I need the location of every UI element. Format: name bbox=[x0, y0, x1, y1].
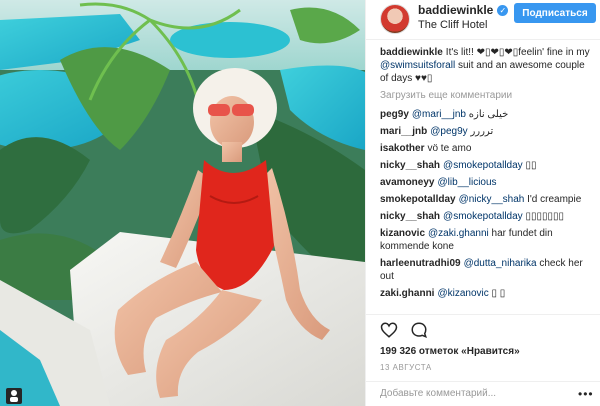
caption-text-before: It's lit!! ❤︎▯❤︎▯❤︎▯feelin' fine in my bbox=[445, 47, 590, 58]
comment-text: خیلی ناز‌ه bbox=[465, 109, 509, 120]
comment-mention[interactable]: @mari__jnb bbox=[412, 109, 466, 120]
comment-username[interactable]: nicky__shah bbox=[380, 211, 440, 222]
action-icons bbox=[380, 321, 428, 339]
comment-mention[interactable]: @zaki.ghanni bbox=[428, 228, 489, 239]
caption-mention[interactable]: @swimsuitsforall bbox=[380, 60, 455, 71]
comment-mention[interactable]: @smokepotallday bbox=[443, 211, 523, 222]
post-actions: 199 326 отметок «Нравится» 13 АВГУСТА ••… bbox=[366, 314, 600, 406]
comment-text: ▯▯▯▯▯▯▯ bbox=[522, 211, 564, 222]
photo-illustration bbox=[0, 0, 365, 406]
comment-username[interactable]: zaki.ghanni bbox=[380, 288, 434, 299]
comment-username[interactable]: isakother bbox=[380, 143, 424, 154]
add-comment-bar: ••• bbox=[366, 381, 600, 406]
comment-item: peg9y @mari__jnb خیلی ناز‌ه bbox=[380, 108, 594, 121]
comment-mention[interactable]: @kizanovic bbox=[437, 288, 488, 299]
comment-mention[interactable]: @lib__licious bbox=[437, 177, 496, 188]
more-options-icon[interactable]: ••• bbox=[578, 387, 594, 401]
comment-username[interactable]: avamoneyy bbox=[380, 177, 434, 188]
comment-text: ▯ ▯ bbox=[488, 288, 506, 299]
comment-item: harleenutradhi09 @dutta_niharika check he… bbox=[380, 257, 594, 283]
comment-item: mari__jnb @peg9y ترررر bbox=[380, 125, 594, 138]
post-date: 13 АВГУСТА bbox=[380, 363, 432, 372]
comment-icon[interactable] bbox=[410, 321, 428, 339]
follow-button[interactable]: Подписаться bbox=[514, 3, 596, 23]
comment-mention[interactable]: @dutta_niharika bbox=[464, 258, 537, 269]
avatar[interactable] bbox=[380, 4, 410, 34]
comments-list[interactable]: baddiewinkle It's lit!! ❤︎▯❤︎▯❤︎▯feelin' … bbox=[380, 46, 594, 312]
comment-item: nicky__shah @smokepotallday ▯▯▯▯▯▯▯ bbox=[380, 210, 594, 223]
comment-username[interactable]: peg9y bbox=[380, 109, 409, 120]
comment-item: nicky__shah @smokepotallday ▯▯ bbox=[380, 159, 594, 172]
post-side-panel: baddiewinkle ✓ The Cliff Hotel Подписать… bbox=[365, 0, 600, 406]
username-row: baddiewinkle ✓ bbox=[418, 3, 509, 17]
comment-item: smokepotallday @nicky__shah I'd creampie bbox=[380, 193, 594, 206]
comment-username[interactable]: smokepotallday bbox=[380, 194, 456, 205]
comment-item: kizanovic @zaki.ghanni har fundet din kom… bbox=[380, 227, 594, 253]
comment-text: ▯▯ bbox=[522, 160, 537, 171]
comment-username[interactable]: nicky__shah bbox=[380, 160, 440, 171]
comment-username[interactable]: harleenutradhi09 bbox=[380, 258, 461, 269]
comment-text: ترررر bbox=[467, 126, 494, 137]
comment-text: I'd creampie bbox=[524, 194, 582, 205]
comment-item: isakother vö te amo bbox=[380, 142, 594, 155]
likes-count[interactable]: 199 326 отметок «Нравится» bbox=[380, 346, 520, 357]
comment-text: vö te amo bbox=[427, 143, 472, 154]
load-more-comments-link[interactable]: Загрузить еще комментарии bbox=[380, 89, 594, 102]
add-comment-input[interactable] bbox=[380, 388, 570, 399]
comment-item: zaki.ghanni @kizanovic ▯ ▯ bbox=[380, 287, 594, 300]
caption: baddiewinkle It's lit!! ❤︎▯❤︎▯❤︎▯feelin' … bbox=[380, 46, 594, 85]
comment-mention[interactable]: @peg9y bbox=[430, 126, 467, 137]
post-photo[interactable] bbox=[0, 0, 365, 406]
comment-mention[interactable]: @nicky__shah bbox=[459, 194, 525, 205]
comment-username[interactable]: kizanovic bbox=[380, 228, 425, 239]
comment-mention[interactable]: @smokepotallday bbox=[443, 160, 523, 171]
post-header: baddiewinkle ✓ The Cliff Hotel Подписать… bbox=[366, 0, 600, 40]
comment-item: avamoneyy @lib__licious bbox=[380, 176, 594, 189]
comment-username[interactable]: mari__jnb bbox=[380, 126, 427, 137]
heart-icon[interactable] bbox=[380, 321, 398, 339]
location-link[interactable]: The Cliff Hotel bbox=[418, 19, 488, 31]
header-username[interactable]: baddiewinkle bbox=[418, 3, 493, 17]
caption-username[interactable]: baddiewinkle bbox=[380, 47, 443, 58]
verified-badge-icon: ✓ bbox=[497, 4, 509, 16]
